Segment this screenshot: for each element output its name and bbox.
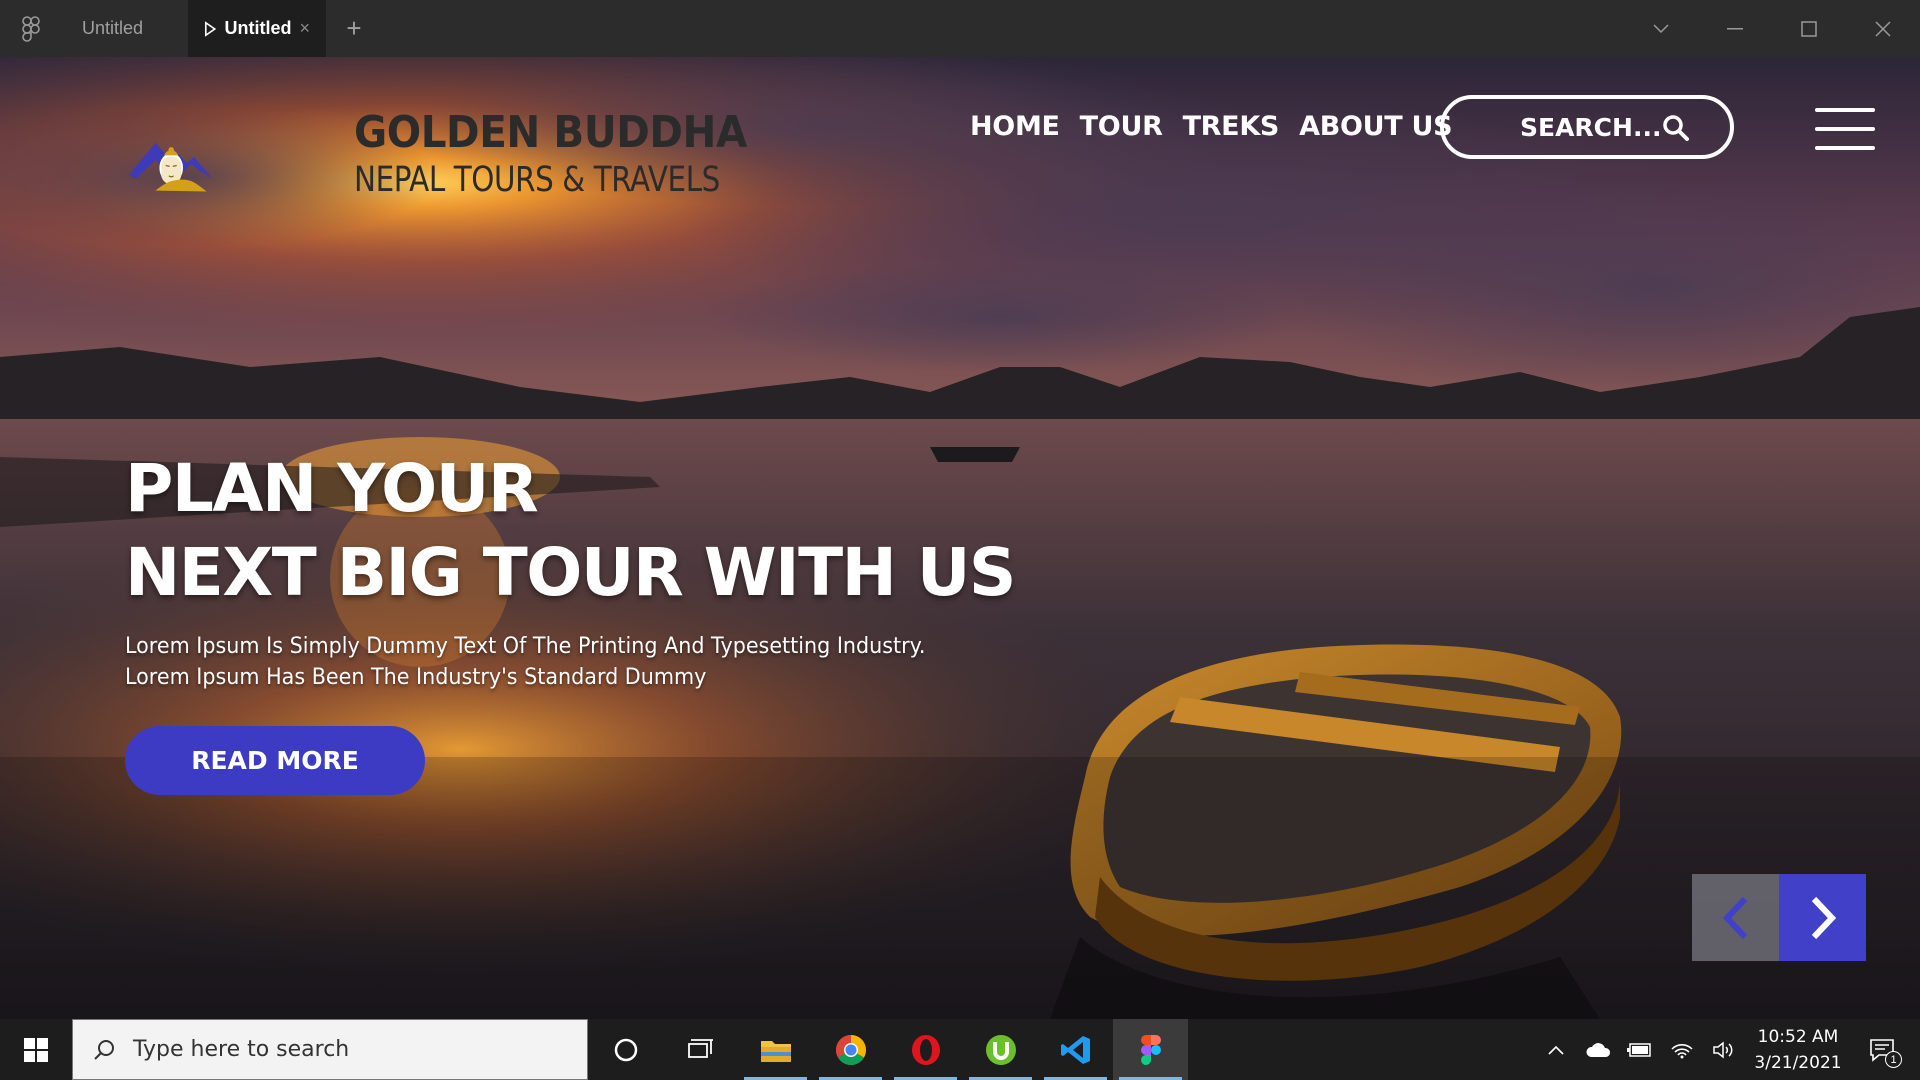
nav-home[interactable]: HOME	[970, 111, 1060, 142]
system-tray: 10:52 AM 3/21/2021 1	[1538, 1019, 1920, 1080]
nav-tour[interactable]: TOUR	[1080, 111, 1163, 142]
chevron-left-icon	[1722, 896, 1747, 939]
windows-taskbar: Type here to search 10:52 AM 3/21/2021 1	[0, 1019, 1920, 1080]
tab-dropdown-chevron-icon[interactable]	[1624, 0, 1698, 57]
tab-label: Untitled	[224, 18, 292, 38]
nav-about-us[interactable]: ABOUT US	[1299, 111, 1452, 142]
tab-untitled-1[interactable]: Untitled	[62, 0, 188, 57]
brand-tagline: NEPAL TOURS & TRAVELS	[354, 160, 720, 200]
task-view-icon[interactable]	[663, 1019, 738, 1080]
hero-lead-line2: Lorem Ipsum Has Been The Industry's Stan…	[125, 665, 707, 690]
nav-treks[interactable]: TREKS	[1183, 111, 1280, 142]
hero-headline-line1: PLAN YOUR	[125, 450, 539, 527]
search-icon[interactable]	[1662, 114, 1690, 142]
new-tab-button[interactable]: +	[326, 0, 382, 57]
tab-untitled-2[interactable]: Untitled ×	[188, 0, 326, 57]
file-explorer-icon[interactable]	[738, 1019, 813, 1080]
utorrent-icon[interactable]	[963, 1019, 1038, 1080]
golden-buddha-logo[interactable]	[128, 87, 348, 237]
brand-name: GOLDEN BUDDHA	[354, 107, 747, 158]
vscode-icon[interactable]	[1038, 1019, 1113, 1080]
prototype-play-icon	[204, 20, 217, 37]
action-center-icon[interactable]: 1	[1854, 1019, 1910, 1080]
taskbar-search-input[interactable]: Type here to search	[72, 1019, 588, 1080]
main-nav: HOME TOUR TREKS ABOUT US	[970, 111, 1453, 142]
clock-time: 10:52 AM	[1757, 1026, 1839, 1047]
wifi-icon[interactable]	[1664, 1019, 1700, 1080]
close-window-icon[interactable]	[1846, 0, 1920, 57]
show-hidden-icons-chevron-icon[interactable]	[1538, 1019, 1574, 1080]
search-input[interactable]: SEARCH...	[1440, 95, 1734, 159]
volume-icon[interactable]	[1706, 1019, 1742, 1080]
tab-label: Untitled	[82, 18, 144, 38]
hero-headline: PLAN YOUR NEXT BIG TOUR WITH US	[125, 447, 1016, 615]
notification-count-badge: 1	[1885, 1051, 1902, 1068]
windows-start-icon[interactable]	[0, 1019, 72, 1080]
minimize-icon[interactable]	[1698, 0, 1772, 57]
hamburger-menu-icon[interactable]	[1815, 108, 1875, 150]
maximize-icon[interactable]	[1772, 0, 1846, 57]
figma-title-bar: Untitled Untitled × +	[0, 0, 1920, 57]
clock-date: 3/21/2021	[1754, 1052, 1842, 1073]
search-placeholder: SEARCH...	[1520, 112, 1662, 142]
figma-icon[interactable]	[1113, 1019, 1188, 1080]
search-icon	[94, 1039, 114, 1060]
prototype-canvas: GOLDEN BUDDHA NEPAL TOURS & TRAVELS HOME…	[0, 57, 1920, 1019]
figma-menu-icon[interactable]	[0, 0, 62, 57]
hero-headline-line2: NEXT BIG TOUR WITH US	[125, 534, 1016, 611]
cortana-icon[interactable]	[588, 1019, 663, 1080]
slider-next-button[interactable]	[1779, 874, 1866, 961]
read-more-button[interactable]: READ MORE	[125, 726, 425, 795]
taskbar-search-placeholder: Type here to search	[133, 1037, 350, 1062]
hero-lead: Lorem Ipsum Is Simply Dummy Text Of The …	[125, 631, 926, 693]
hero-section: GOLDEN BUDDHA NEPAL TOURS & TRAVELS HOME…	[0, 57, 1920, 1019]
battery-icon[interactable]	[1622, 1019, 1658, 1080]
close-tab-icon[interactable]: ×	[299, 18, 310, 39]
taskbar-clock[interactable]: 10:52 AM 3/21/2021	[1748, 1024, 1848, 1076]
onedrive-cloud-icon[interactable]	[1580, 1019, 1616, 1080]
opera-icon[interactable]	[888, 1019, 963, 1080]
chrome-icon[interactable]	[813, 1019, 888, 1080]
chevron-right-icon	[1811, 896, 1836, 939]
hero-lead-line1: Lorem Ipsum Is Simply Dummy Text Of The …	[125, 634, 926, 659]
slider-prev-button[interactable]	[1692, 874, 1779, 961]
